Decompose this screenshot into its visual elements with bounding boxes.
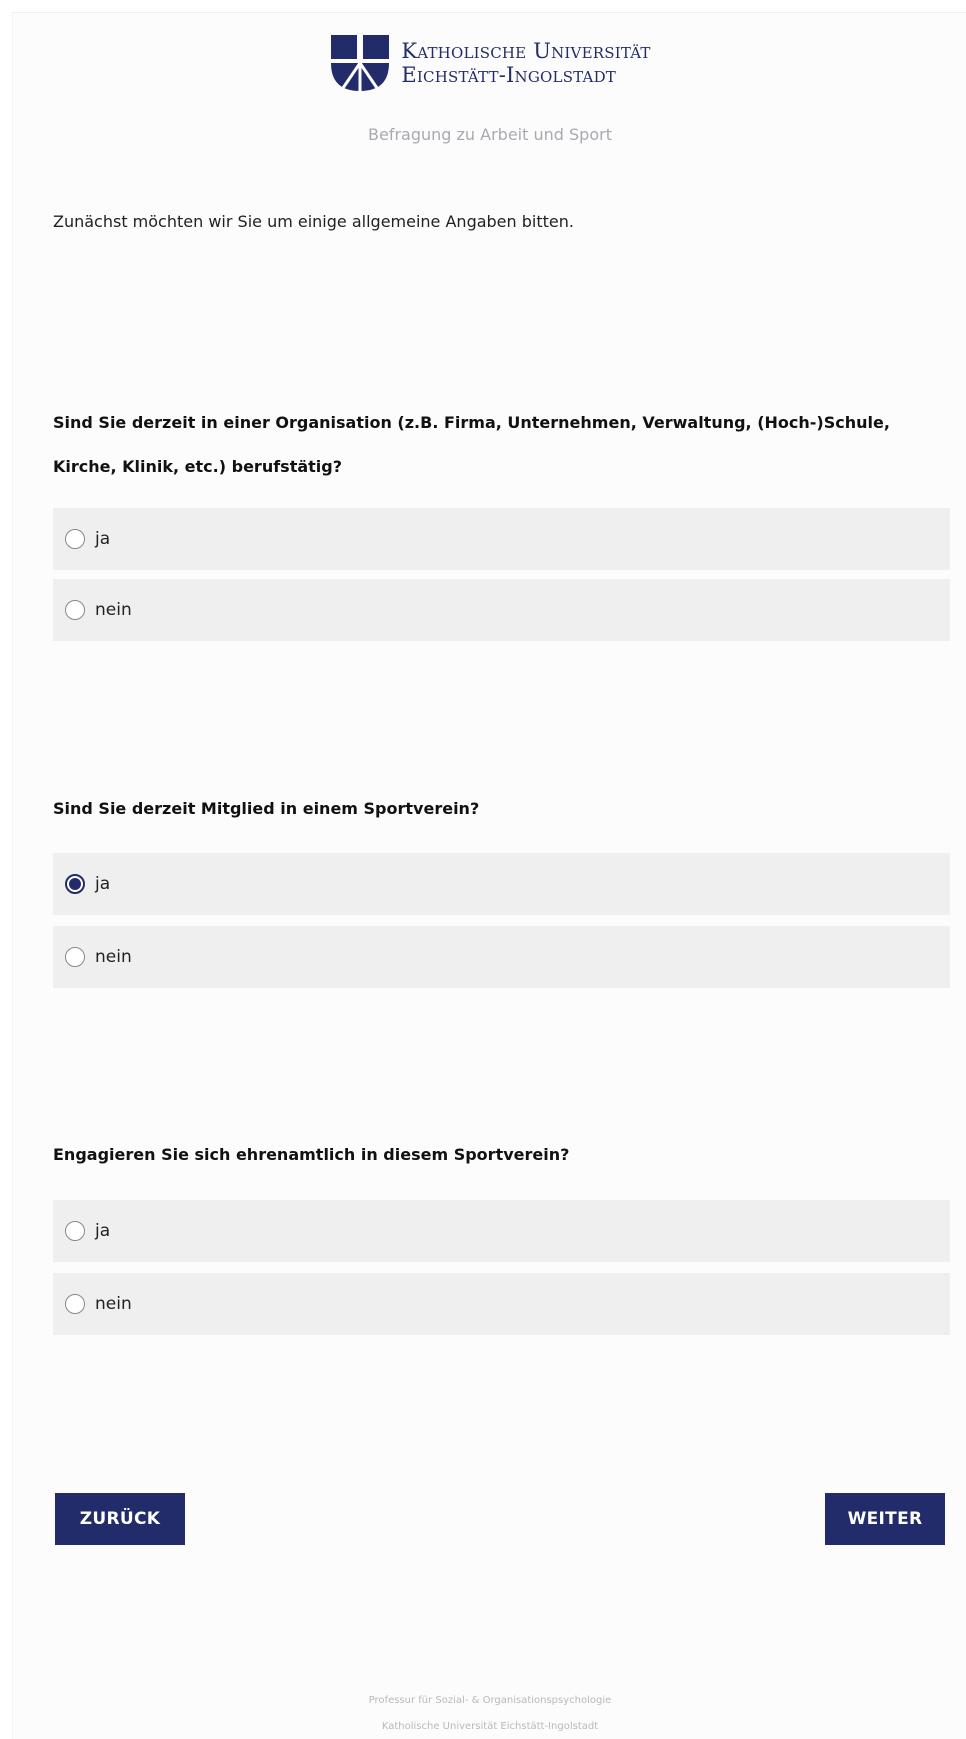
question-3: Engagieren Sie sich ehrenamtlich in dies… <box>53 1145 570 1164</box>
q3-option-nein[interactable]: nein <box>53 1273 950 1335</box>
radio-button-selected[interactable] <box>65 874 85 894</box>
radio-button[interactable] <box>65 1294 85 1314</box>
radio-button[interactable] <box>65 600 85 620</box>
university-name-line2: Eichstätt-Ingolstadt <box>401 63 617 87</box>
option-label: nein <box>95 1294 132 1314</box>
intro-text: Zunächst möchten wir Sie um einige allge… <box>53 212 574 231</box>
q2-option-nein[interactable]: nein <box>53 926 950 988</box>
option-label: nein <box>95 947 132 967</box>
survey-subtitle: Befragung zu Arbeit und Sport <box>368 125 612 144</box>
survey-page: Katholische Universität Eichstätt-Ingols… <box>12 12 966 1739</box>
option-label: ja <box>95 529 111 549</box>
q1-option-ja[interactable]: ja <box>53 508 950 570</box>
option-label: nein <box>95 600 132 620</box>
footer-line1: Professur für Sozial- & Organisationspsy… <box>368 1695 612 1706</box>
q1-option-nein[interactable]: nein <box>53 579 950 641</box>
university-name: Katholische Universität Eichstätt-Ingols… <box>401 39 650 87</box>
university-logo-icon <box>331 35 390 93</box>
radio-button[interactable] <box>65 947 85 967</box>
university-logo: Katholische Universität Eichstätt-Ingols… <box>329 33 650 93</box>
header: Katholische Universität Eichstätt-Ingols… <box>13 33 966 93</box>
q3-option-ja[interactable]: ja <box>53 1200 950 1262</box>
option-label: ja <box>95 874 111 894</box>
radio-button[interactable] <box>65 1221 85 1241</box>
university-name-line1: Katholische Universität <box>401 39 651 63</box>
option-label: ja <box>95 1221 111 1241</box>
next-button[interactable]: WEITER <box>825 1493 945 1545</box>
question-2: Sind Sie derzeit Mitglied in einem Sport… <box>53 799 480 818</box>
radio-dot <box>69 878 81 890</box>
back-button[interactable]: ZURÜCK <box>55 1493 185 1545</box>
question-1: Sind Sie derzeit in einer Organisation (… <box>53 413 890 476</box>
footer-line2: Katholische Universität Eichstätt-Ingols… <box>381 1721 599 1732</box>
radio-button[interactable] <box>65 529 85 549</box>
q2-option-ja[interactable]: ja <box>53 853 950 915</box>
